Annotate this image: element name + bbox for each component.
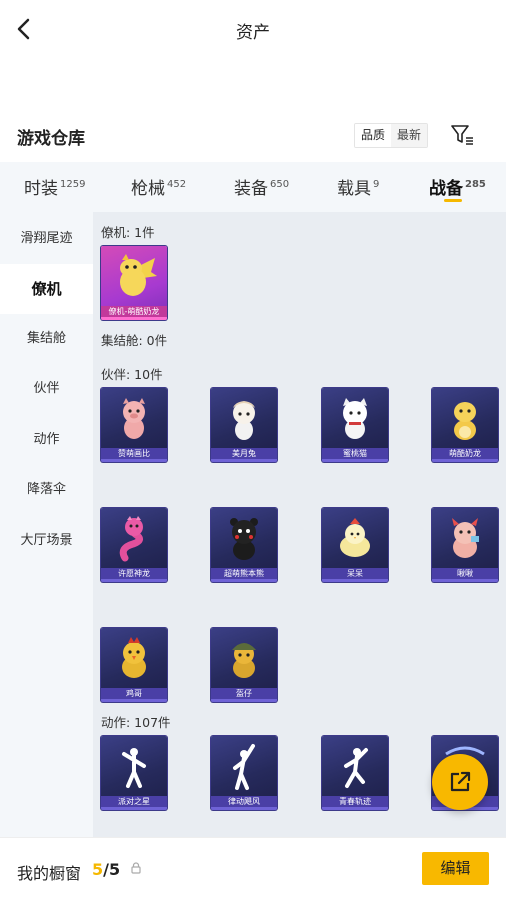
group-label-action: 动作: 107件: [101, 715, 171, 730]
item-card[interactable]: 盔仔: [211, 628, 277, 702]
tab-battle-prep[interactable]: 战备 285: [429, 174, 486, 199]
item-name: 呆呆: [347, 569, 363, 578]
item-card[interactable]: 呆呆: [322, 508, 388, 582]
item-name: 派对之星: [118, 797, 150, 806]
tab-count: 650: [270, 179, 290, 190]
tab-label: 战备: [429, 179, 463, 199]
item-name: 赞萌画比: [118, 449, 150, 458]
item-name: 美月兔: [232, 449, 256, 458]
top-bar: 资产: [0, 0, 506, 60]
dragon-figure-icon: [120, 254, 157, 296]
item-card[interactable]: 青春轨迹: [322, 736, 388, 810]
active-tab-indicator: [444, 199, 462, 202]
external-link-icon: [450, 771, 471, 792]
showcase-label: 我的橱窗: [17, 864, 82, 883]
sort-newest-button[interactable]: 最新: [391, 124, 428, 147]
share-floating-button[interactable]: [432, 754, 488, 810]
sidebar-item-glide-trail[interactable]: 滑翔尾迹: [0, 214, 93, 264]
rooster-figure-icon: [122, 637, 146, 678]
sort-toggle: 品质 最新: [354, 123, 429, 148]
item-name: 啾啾: [457, 569, 473, 578]
section-title: 游戏仓库: [17, 129, 85, 149]
item-name: 蜜桃猫: [343, 449, 367, 458]
item-name: 律动飓风: [228, 797, 260, 806]
item-card[interactable]: 萌酷奶龙: [432, 388, 498, 462]
item-name: 许愿神龙: [118, 569, 150, 578]
item-name: 盔仔: [236, 689, 252, 698]
item-card[interactable]: 派对之星: [101, 736, 167, 810]
item-grid: 僚机: 1件 僚机-萌酷奶龙 集结舱: 0件 伙伴: 10件 赞萌画比 美月兔 …: [93, 212, 506, 837]
filter-icon[interactable]: [449, 123, 475, 147]
dance-pose-icon: [344, 748, 368, 788]
dance-pose-icon: [122, 748, 146, 788]
tab-label: 装备: [234, 179, 268, 199]
item-name: 青春轨迹: [339, 797, 371, 806]
item-name: 僚机-萌酷奶龙: [108, 307, 160, 316]
item-card[interactable]: 蜜桃猫: [322, 388, 388, 462]
edit-button[interactable]: 编辑: [422, 852, 489, 885]
showcase-total: /5: [103, 860, 121, 879]
showcase-bar: 我的橱窗 5/5 编辑: [0, 837, 506, 897]
tab-count: 1259: [60, 179, 86, 190]
tab-label: 时装: [24, 179, 58, 199]
showcase-count: 5/5: [92, 860, 120, 879]
lock-icon: [131, 862, 141, 874]
tab-fashion[interactable]: 时装 1259: [24, 174, 85, 199]
tab-equipment[interactable]: 装备 650: [234, 174, 289, 199]
item-card[interactable]: 赞萌画比: [101, 388, 167, 462]
dragon-figure-icon: [454, 402, 476, 440]
sidebar-item-wingman[interactable]: 僚机: [0, 264, 93, 314]
item-card[interactable]: 超萌熊本熊: [211, 508, 277, 582]
category-tabs: 时装 1259 枪械 452 装备 650 载具 9 战备 285: [0, 162, 506, 212]
bird-figure-icon: [452, 518, 479, 558]
item-card[interactable]: 啾啾: [432, 508, 498, 582]
chick-figure-icon: [340, 518, 370, 557]
group-label-assembly-pod: 集结舱: 0件: [101, 333, 168, 348]
item-card[interactable]: 僚机-萌酷奶龙: [101, 246, 167, 320]
sidebar-item-action[interactable]: 动作: [0, 415, 93, 465]
group-label-partner: 伙伴: 10件: [101, 367, 163, 382]
dance-pose-icon: [233, 744, 255, 790]
rabbit-figure-icon: [233, 401, 255, 440]
pig-figure-icon: [123, 398, 145, 439]
sidebar-item-partner[interactable]: 伙伴: [0, 364, 93, 414]
item-name: 超萌熊本熊: [224, 569, 264, 578]
tab-guns[interactable]: 枪械 452: [131, 174, 186, 199]
showcase-current: 5: [92, 860, 104, 879]
group-label-wingman: 僚机: 1件: [101, 225, 155, 240]
cat-figure-icon: [343, 398, 367, 439]
item-card[interactable]: 许愿神龙: [101, 508, 167, 582]
sidebar: 滑翔尾迹 僚机 集结舱 伙伴 动作 降落伞 大厅场景: [0, 212, 93, 837]
snake-dragon-figure-icon: [119, 516, 143, 562]
sort-quality-button[interactable]: 品质: [355, 124, 392, 147]
page-title: 资产: [236, 23, 270, 43]
tab-count: 285: [465, 179, 486, 190]
item-card[interactable]: 美月兔: [211, 388, 277, 462]
helmet-chick-figure-icon: [232, 643, 256, 678]
item-name: 鸡哥: [126, 689, 142, 698]
tab-count: 452: [167, 179, 187, 190]
sidebar-item-assembly-pod[interactable]: 集结舱: [0, 314, 93, 364]
bear-figure-icon: [230, 518, 258, 560]
tab-vehicles[interactable]: 载具 9: [337, 174, 379, 199]
sidebar-item-lobby-scene[interactable]: 大厅场景: [0, 516, 93, 566]
item-card[interactable]: 鸡哥: [101, 628, 167, 702]
item-card[interactable]: 律动飓风: [211, 736, 277, 810]
tab-label: 载具: [337, 179, 371, 199]
item-name: 萌酷奶龙: [449, 449, 481, 458]
sidebar-item-parachute[interactable]: 降落伞: [0, 465, 93, 515]
tab-count: 9: [373, 179, 380, 190]
tab-label: 枪械: [131, 179, 165, 199]
